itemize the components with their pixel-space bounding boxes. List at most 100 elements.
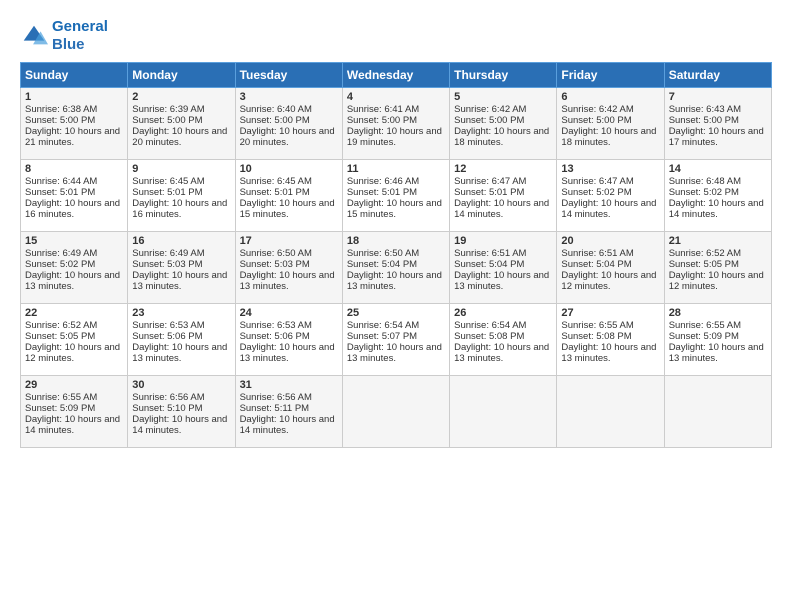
day-number: 13 <box>561 163 659 175</box>
day-cell: 4Sunrise: 6:41 AMSunset: 5:00 PMDaylight… <box>342 88 449 160</box>
sunset: Sunset: 5:04 PM <box>561 259 631 270</box>
day-cell: 28Sunrise: 6:55 AMSunset: 5:09 PMDayligh… <box>664 304 771 376</box>
sunrise: Sunrise: 6:50 AM <box>347 248 419 259</box>
day-cell: 29Sunrise: 6:55 AMSunset: 5:09 PMDayligh… <box>21 376 128 448</box>
day-cell: 12Sunrise: 6:47 AMSunset: 5:01 PMDayligh… <box>450 160 557 232</box>
sunrise: Sunrise: 6:38 AM <box>25 104 97 115</box>
sunset: Sunset: 5:04 PM <box>454 259 524 270</box>
day-cell: 18Sunrise: 6:50 AMSunset: 5:04 PMDayligh… <box>342 232 449 304</box>
daylight: Daylight: 10 hours and 15 minutes. <box>240 198 335 220</box>
daylight: Daylight: 10 hours and 13 minutes. <box>347 342 442 364</box>
sunrise: Sunrise: 6:51 AM <box>561 248 633 259</box>
daylight: Daylight: 10 hours and 16 minutes. <box>132 198 227 220</box>
sunrise: Sunrise: 6:48 AM <box>669 176 741 187</box>
day-number: 2 <box>132 91 230 103</box>
day-cell: 9Sunrise: 6:45 AMSunset: 5:01 PMDaylight… <box>128 160 235 232</box>
day-cell <box>342 376 449 448</box>
page: General Blue SundayMondayTuesdayWednesda… <box>0 0 792 612</box>
daylight: Daylight: 10 hours and 14 minutes. <box>669 198 764 220</box>
day-number: 11 <box>347 163 445 175</box>
day-number: 7 <box>669 91 767 103</box>
daylight: Daylight: 10 hours and 13 minutes. <box>454 342 549 364</box>
day-number: 12 <box>454 163 552 175</box>
daylight: Daylight: 10 hours and 13 minutes. <box>240 270 335 292</box>
col-header-monday: Monday <box>128 63 235 88</box>
daylight: Daylight: 10 hours and 13 minutes. <box>132 342 227 364</box>
sunrise: Sunrise: 6:47 AM <box>561 176 633 187</box>
day-cell: 16Sunrise: 6:49 AMSunset: 5:03 PMDayligh… <box>128 232 235 304</box>
day-number: 17 <box>240 235 338 247</box>
sunrise: Sunrise: 6:55 AM <box>669 320 741 331</box>
sunrise: Sunrise: 6:51 AM <box>454 248 526 259</box>
day-cell: 27Sunrise: 6:55 AMSunset: 5:08 PMDayligh… <box>557 304 664 376</box>
sunset: Sunset: 5:04 PM <box>347 259 417 270</box>
sunset: Sunset: 5:00 PM <box>240 115 310 126</box>
day-number: 24 <box>240 307 338 319</box>
day-cell: 7Sunrise: 6:43 AMSunset: 5:00 PMDaylight… <box>664 88 771 160</box>
sunset: Sunset: 5:01 PM <box>132 187 202 198</box>
day-cell: 22Sunrise: 6:52 AMSunset: 5:05 PMDayligh… <box>21 304 128 376</box>
daylight: Daylight: 10 hours and 14 minutes. <box>454 198 549 220</box>
day-cell: 25Sunrise: 6:54 AMSunset: 5:07 PMDayligh… <box>342 304 449 376</box>
day-number: 27 <box>561 307 659 319</box>
sunrise: Sunrise: 6:53 AM <box>132 320 204 331</box>
daylight: Daylight: 10 hours and 13 minutes. <box>669 342 764 364</box>
sunset: Sunset: 5:10 PM <box>132 403 202 414</box>
sunrise: Sunrise: 6:54 AM <box>454 320 526 331</box>
day-number: 19 <box>454 235 552 247</box>
logo-icon <box>20 22 48 50</box>
sunset: Sunset: 5:00 PM <box>132 115 202 126</box>
day-cell: 23Sunrise: 6:53 AMSunset: 5:06 PMDayligh… <box>128 304 235 376</box>
sunset: Sunset: 5:01 PM <box>454 187 524 198</box>
day-cell: 2Sunrise: 6:39 AMSunset: 5:00 PMDaylight… <box>128 88 235 160</box>
day-cell: 13Sunrise: 6:47 AMSunset: 5:02 PMDayligh… <box>557 160 664 232</box>
sunrise: Sunrise: 6:40 AM <box>240 104 312 115</box>
sunset: Sunset: 5:08 PM <box>454 331 524 342</box>
day-number: 26 <box>454 307 552 319</box>
day-number: 16 <box>132 235 230 247</box>
sunrise: Sunrise: 6:49 AM <box>25 248 97 259</box>
sunrise: Sunrise: 6:53 AM <box>240 320 312 331</box>
daylight: Daylight: 10 hours and 15 minutes. <box>347 198 442 220</box>
sunrise: Sunrise: 6:52 AM <box>669 248 741 259</box>
day-number: 10 <box>240 163 338 175</box>
week-row-5: 29Sunrise: 6:55 AMSunset: 5:09 PMDayligh… <box>21 376 772 448</box>
logo: General Blue <box>20 18 108 54</box>
day-cell <box>664 376 771 448</box>
sunset: Sunset: 5:08 PM <box>561 331 631 342</box>
daylight: Daylight: 10 hours and 13 minutes. <box>25 270 120 292</box>
sunrise: Sunrise: 6:54 AM <box>347 320 419 331</box>
sunset: Sunset: 5:03 PM <box>132 259 202 270</box>
daylight: Daylight: 10 hours and 13 minutes. <box>240 342 335 364</box>
day-number: 8 <box>25 163 123 175</box>
day-cell: 8Sunrise: 6:44 AMSunset: 5:01 PMDaylight… <box>21 160 128 232</box>
daylight: Daylight: 10 hours and 21 minutes. <box>25 126 120 148</box>
sunset: Sunset: 5:00 PM <box>669 115 739 126</box>
sunset: Sunset: 5:02 PM <box>669 187 739 198</box>
daylight: Daylight: 10 hours and 13 minutes. <box>132 270 227 292</box>
daylight: Daylight: 10 hours and 13 minutes. <box>454 270 549 292</box>
sunrise: Sunrise: 6:55 AM <box>561 320 633 331</box>
calendar-table: SundayMondayTuesdayWednesdayThursdayFrid… <box>20 62 772 448</box>
day-number: 15 <box>25 235 123 247</box>
day-number: 23 <box>132 307 230 319</box>
daylight: Daylight: 10 hours and 13 minutes. <box>347 270 442 292</box>
sunrise: Sunrise: 6:47 AM <box>454 176 526 187</box>
day-number: 30 <box>132 379 230 391</box>
sunset: Sunset: 5:09 PM <box>25 403 95 414</box>
day-cell: 10Sunrise: 6:45 AMSunset: 5:01 PMDayligh… <box>235 160 342 232</box>
sunrise: Sunrise: 6:55 AM <box>25 392 97 403</box>
sunset: Sunset: 5:07 PM <box>347 331 417 342</box>
col-header-saturday: Saturday <box>664 63 771 88</box>
daylight: Daylight: 10 hours and 19 minutes. <box>347 126 442 148</box>
day-cell: 31Sunrise: 6:56 AMSunset: 5:11 PMDayligh… <box>235 376 342 448</box>
sunset: Sunset: 5:05 PM <box>669 259 739 270</box>
daylight: Daylight: 10 hours and 13 minutes. <box>561 342 656 364</box>
day-number: 4 <box>347 91 445 103</box>
daylight: Daylight: 10 hours and 16 minutes. <box>25 198 120 220</box>
col-header-tuesday: Tuesday <box>235 63 342 88</box>
logo-text: General Blue <box>52 18 108 54</box>
day-cell: 5Sunrise: 6:42 AMSunset: 5:00 PMDaylight… <box>450 88 557 160</box>
sunrise: Sunrise: 6:50 AM <box>240 248 312 259</box>
week-row-2: 8Sunrise: 6:44 AMSunset: 5:01 PMDaylight… <box>21 160 772 232</box>
